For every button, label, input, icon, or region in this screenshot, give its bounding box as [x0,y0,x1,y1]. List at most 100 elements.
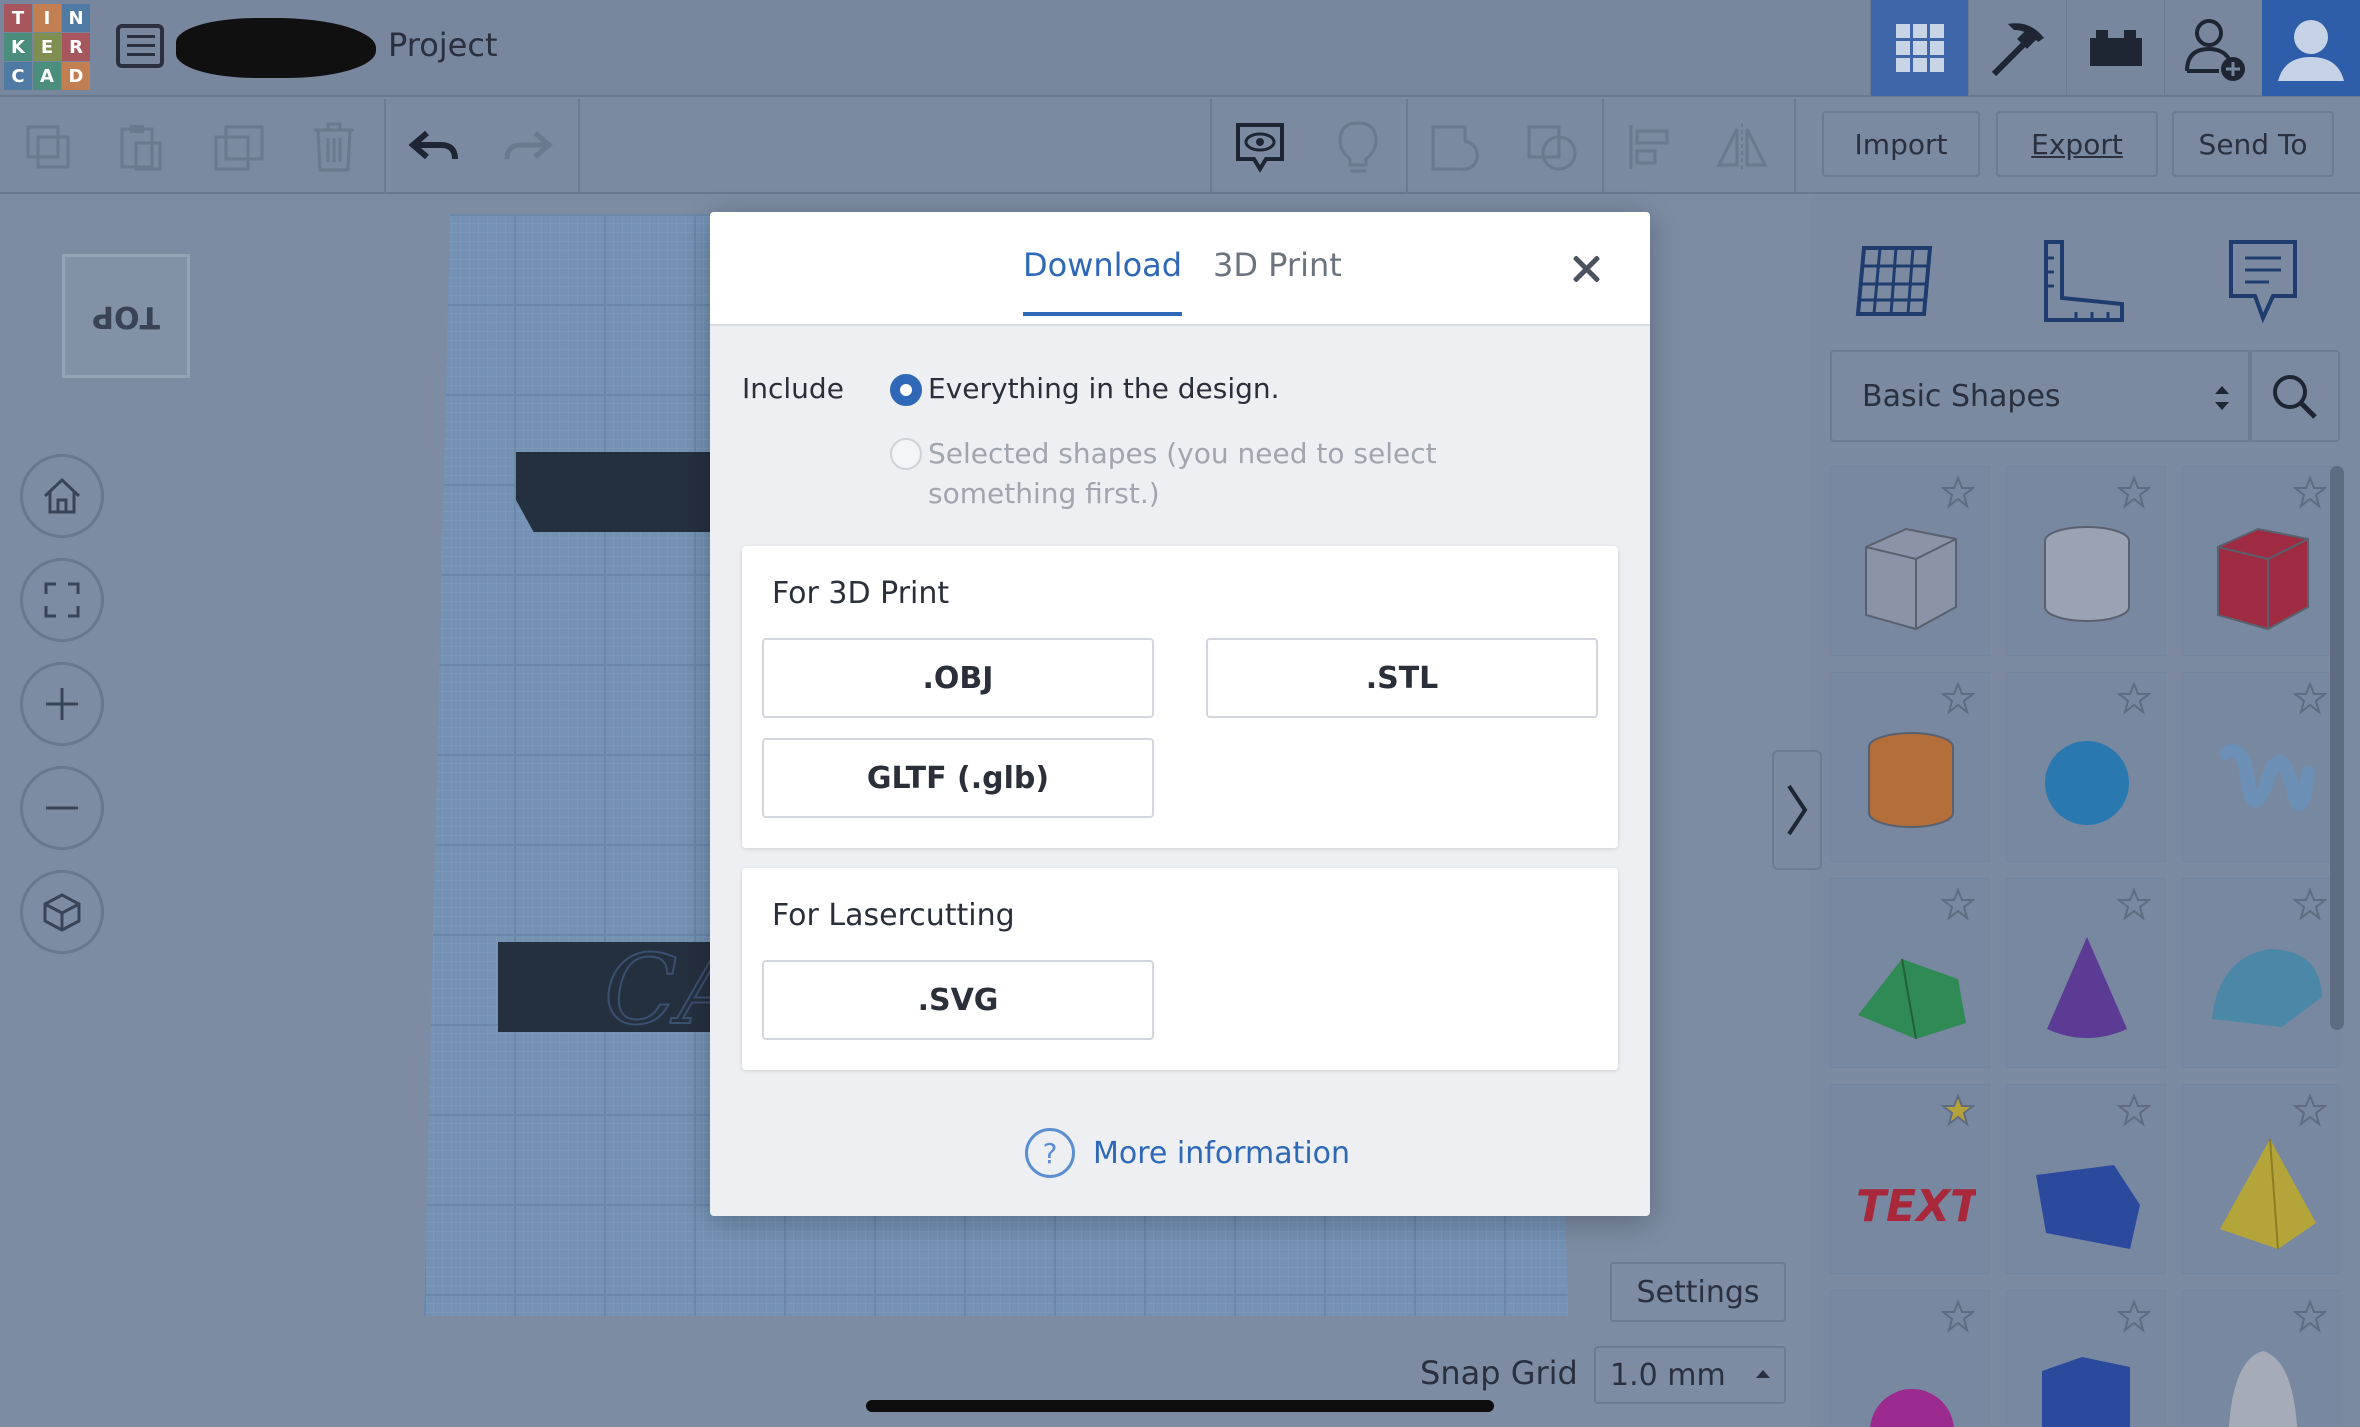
laser-section-title: For Lasercutting [772,898,1015,933]
delete-button[interactable] [304,117,364,177]
add-user-icon [2184,19,2245,81]
paste-button[interactable] [110,117,170,177]
shape-tile-roof[interactable] [1830,878,1990,1068]
shape-thumbnail [2007,1321,2167,1427]
shape-tile-box[interactable] [1830,466,1990,656]
logo-letter: C [4,62,32,90]
group-button[interactable] [1426,117,1486,177]
send-to-button[interactable]: Send To [2172,111,2334,177]
snap-grid-select[interactable]: 1.0 mm [1594,1346,1786,1404]
bricks-button[interactable] [2066,0,2164,96]
notes-tool-button[interactable] [2208,226,2318,336]
redo-icon [504,131,553,160]
shape-tile-text[interactable]: TEXT [1830,1084,1990,1274]
shape-tile-cylinder[interactable] [2006,466,2166,656]
workplane-text-shape[interactable]: CA [498,933,748,1047]
logo-letter: N [62,4,90,32]
home-view-button[interactable] [20,454,104,538]
copy-icon [26,125,70,169]
ruler-tool-button[interactable] [2028,226,2138,336]
fit-view-button[interactable] [20,558,104,642]
shape-tile-paraboloid[interactable] [2182,1290,2340,1427]
laser-formats-card: For Lasercutting .SVG [742,868,1618,1070]
settings-button[interactable]: Settings [1610,1262,1786,1322]
zoom-in-button[interactable] [20,662,104,746]
dialog-header: Download 3D Print [710,212,1650,326]
shape-search-button[interactable] [2248,350,2340,442]
shape-thumbnail [2183,1115,2340,1275]
toolbar-separator [1794,99,1796,194]
show-hide-button[interactable] [1230,117,1290,177]
tinkercad-logo[interactable]: T I N K E R C A D [4,4,90,92]
shape-tile-round-roof[interactable] [2182,878,2340,1068]
logo-letter: E [33,33,61,61]
brick-icon [2089,30,2142,66]
edit-toolbar: Import Export Send To [0,99,2360,194]
align-button[interactable] [1620,117,1680,177]
shape-category-value: Basic Shapes [1862,378,2061,414]
invite-user-button[interactable] [2164,0,2262,96]
light-button[interactable] [1328,117,1388,177]
fit-icon [44,582,80,618]
undo-button[interactable] [404,117,464,177]
radio-everything[interactable] [890,374,922,406]
undo-icon [409,130,458,160]
more-information-link[interactable]: ? More information [1025,1128,1350,1178]
trash-icon [314,122,354,172]
shape-category-select[interactable]: Basic Shapes [1830,350,2252,442]
mirror-button[interactable] [1712,117,1772,177]
include-label: Include [742,372,844,405]
panel-scrollbar[interactable] [2330,466,2344,1030]
user-avatar[interactable] [2262,0,2360,96]
toolbar-separator [1210,99,1212,194]
shape-tile-scribble[interactable] [2182,672,2340,862]
gltf-download-button[interactable]: GLTF (.glb) [762,738,1154,818]
eye-bubble-icon [1236,123,1284,173]
shape-thumbnail [2007,703,2167,863]
svg-download-button[interactable]: .SVG [762,960,1154,1040]
shape-tile-cone[interactable] [2006,878,2166,1068]
redo-button[interactable] [498,117,558,177]
tab-download[interactable]: Download [1023,246,1183,316]
shape-tile-box[interactable] [2182,466,2340,656]
shape-tile-wedge[interactable] [2006,1084,2166,1274]
duplicate-button[interactable] [210,117,270,177]
top-right-actions [1870,0,2360,96]
shape-tile-cylinder[interactable] [1830,672,1990,862]
toolbar-separator [1406,99,1408,194]
radio-selected-shapes [890,438,922,470]
option-everything-label[interactable]: Everything in the design. [928,372,1280,405]
panel-collapse-button[interactable] [1772,750,1822,870]
logo-letter: A [33,62,61,90]
import-button[interactable]: Import [1822,111,1980,177]
obj-download-button[interactable]: .OBJ [762,638,1154,718]
stl-download-button[interactable]: .STL [1206,638,1598,718]
workplane-tool-button[interactable] [1842,226,1952,336]
home-indicator[interactable] [866,1400,1494,1412]
grid-view-button[interactable] [1870,0,1968,96]
perspective-button[interactable] [20,870,104,954]
close-icon[interactable] [1572,254,1602,284]
shapes-grid: TEXT [1830,466,2340,1427]
caret-up-icon [1756,1370,1770,1378]
snap-grid-label: Snap Grid [1420,1354,1578,1392]
ungroup-button[interactable] [1522,117,1582,177]
tab-3d-print[interactable]: 3D Print [1213,246,1342,284]
blocks-button[interactable] [1968,0,2066,96]
minus-icon [46,806,78,810]
shape-tile-pyramid[interactable] [2182,1084,2340,1274]
design-list-icon[interactable] [116,24,164,68]
zoom-out-button[interactable] [20,766,104,850]
shape-thumbnail [2183,703,2340,863]
project-title[interactable]: Project [388,26,497,64]
paste-icon [120,125,162,171]
shape-tile-half-sphere[interactable] [1830,1290,1990,1427]
view-cube[interactable]: TOP [62,254,190,378]
copy-button[interactable] [18,117,78,177]
export-button[interactable]: Export [1996,111,2158,177]
shape-tile-sphere[interactable] [2006,672,2166,862]
shape-tile-polygon[interactable] [2006,1290,2166,1427]
shape-thumbnail [2007,1115,2167,1275]
shape-thumbnail [2007,909,2167,1069]
workplane-shape[interactable] [516,452,736,532]
